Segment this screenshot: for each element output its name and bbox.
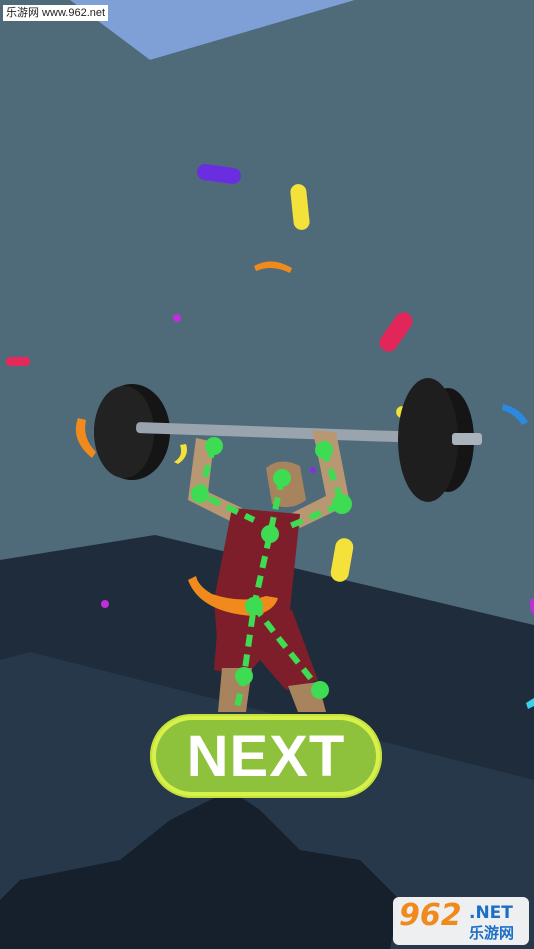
confetti-pink <box>6 357 30 366</box>
next-button-label: NEXT <box>186 723 346 789</box>
confetti-dot-magenta <box>173 314 181 322</box>
barbell-collar-right <box>452 433 482 445</box>
logo-suffix: .NET <box>469 903 513 923</box>
confetti-dot-purple <box>101 600 109 608</box>
logo-chinese: 乐游网 <box>469 924 515 942</box>
barbell-plate-right <box>398 378 458 502</box>
next-button[interactable]: NEXT <box>150 714 382 798</box>
logo-number: 962 <box>399 898 462 933</box>
next-button-inner[interactable]: NEXT <box>156 720 376 792</box>
game-scene <box>0 0 534 949</box>
confetti-dot-purple-2 <box>310 467 316 473</box>
site-logo: 962 .NET 乐游网 <box>393 897 529 945</box>
watermark-top: 乐游网 www.962.net <box>3 5 109 21</box>
